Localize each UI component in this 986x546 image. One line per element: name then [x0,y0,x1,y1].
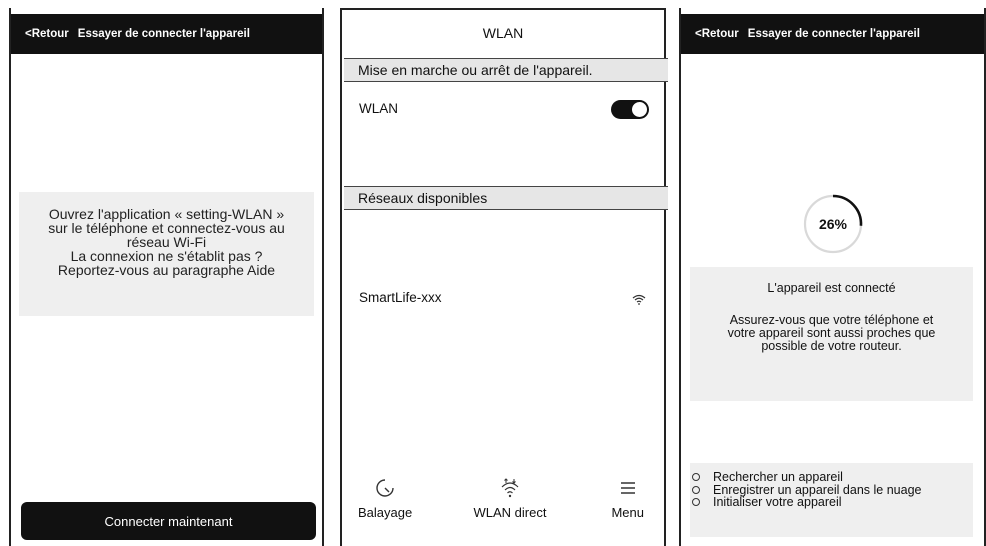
nav-wlan-direct[interactable]: WLAN direct [462,478,558,520]
instruction-line: sur le téléphone et connectez-vous au [48,220,285,236]
scan-icon [376,479,394,497]
instruction-line: La connexion ne s'établit pas ? [70,248,263,264]
progress-percent: 26% [818,216,848,232]
nav-scan[interactable]: Balayage [358,478,412,520]
top-bar: <Retour Essayer de connecter l'appareil [681,14,984,54]
nav-menu[interactable]: Menu [611,478,644,520]
screen-connection-progress: <Retour Essayer de connecter l'appareil … [679,8,986,546]
screen-connect-instructions: <Retour Essayer de connecter l'appareil … [9,8,324,546]
advice-text: Assurez-vous que votre téléphone et votr… [701,314,962,353]
instruction-line: réseau Wi-Fi [126,234,207,250]
page-title: WLAN [482,24,524,41]
wifi-signal-icon [632,294,646,305]
option-initialize-device[interactable]: Initialiser votre appareil [692,496,921,509]
hamburger-menu-icon [620,482,635,494]
advice-line: possible de votre routeur. [761,339,902,353]
nav-wlan-direct-label: WLAN direct [473,505,547,520]
back-button[interactable]: <Retour [25,28,69,40]
radio-bullet-icon [692,485,700,494]
section-header-networks: Réseaux disponibles [344,186,668,210]
page-title: Essayer de connecter l'appareil [747,28,920,40]
nav-scan-label: Balayage [358,505,413,520]
connection-status: L'appareil est connecté [767,281,896,295]
toggle-knob [632,102,647,117]
wlan-toggle[interactable] [611,100,649,119]
instructions-text: Ouvrez l'application « setting-WLAN » su… [19,207,314,277]
wlan-label: WLAN [359,101,399,116]
nav-menu-label: Menu [611,505,644,520]
instruction-line: Ouvrez l'application « setting-WLAN » [48,206,285,222]
radio-bullet-icon [692,498,700,507]
network-item-ssid[interactable]: SmartLife-xxx [359,290,442,305]
screen-wlan-settings: WLAN Mise en marche ou arrêt de l'appare… [340,8,668,546]
page-title: Essayer de connecter l'appareil [77,28,250,40]
top-bar: <Retour Essayer de connecter l'appareil [11,14,322,54]
section-header-power: Mise en marche ou arrêt de l'appareil. [344,58,668,82]
option-label: Initialiser votre appareil [713,495,842,509]
option-label: Rechercher un appareil [713,470,843,484]
wifi-direct-icon [501,478,519,498]
option-search-device[interactable]: Rechercher un appareil [692,471,921,484]
radio-bullet-icon [692,473,700,482]
back-button[interactable]: <Retour [695,28,739,40]
connect-now-button[interactable]: Connecter maintenant [21,502,316,540]
instruction-line: Reportez-vous au paragraphe Aide [57,262,276,278]
options-list: Rechercher un appareil Enregistrer un ap… [692,471,921,509]
